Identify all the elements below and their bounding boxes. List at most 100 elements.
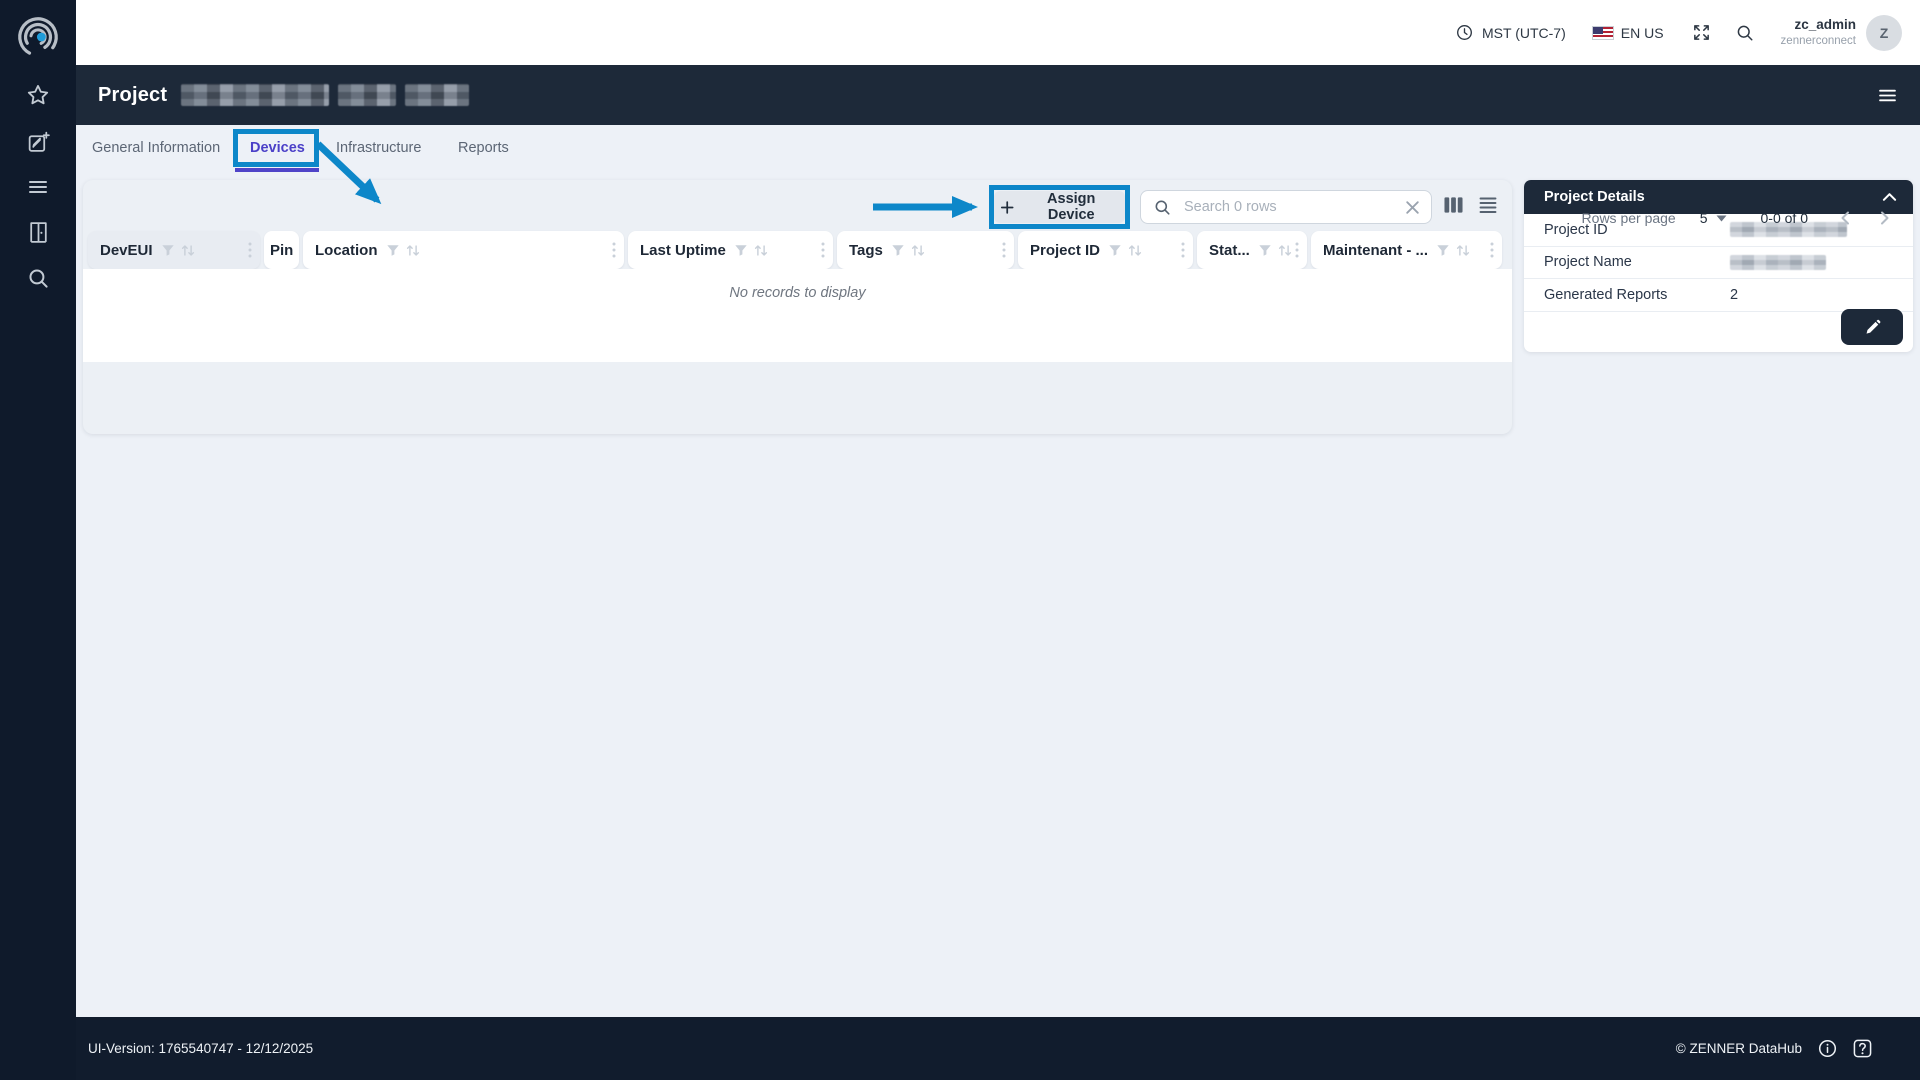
user-info[interactable]: zc_admin zennerconnect [1781, 17, 1856, 48]
help-button[interactable] [1853, 1039, 1872, 1058]
columns-icon [1444, 197, 1463, 213]
detail-row-generated-reports: Generated Reports 2 [1524, 279, 1913, 312]
filter-icon[interactable] [1258, 244, 1272, 257]
previous-page-button[interactable] [1838, 210, 1854, 226]
column-label: Location [315, 241, 378, 259]
caret-down-icon [1716, 215, 1727, 221]
door-exit-icon[interactable] [24, 218, 52, 246]
app-root: MST (UTC-7) EN US zc_admin zennerconnect [0, 0, 1920, 1080]
row-lines-icon [1479, 197, 1497, 213]
table-body [83, 269, 1512, 362]
column-header-deveui[interactable]: DevEUI [88, 231, 260, 269]
hamburger-icon [1879, 89, 1896, 101]
filter-icon[interactable] [1108, 244, 1122, 257]
timezone-selector[interactable]: MST (UTC-7) [1455, 23, 1566, 42]
redacted-project-name [405, 84, 470, 106]
redacted-project-name [181, 84, 330, 106]
project-title-bar: Project [76, 65, 1920, 125]
column-header-last-uptime[interactable]: Last Uptime [628, 231, 833, 269]
row-density-button[interactable] [1478, 195, 1498, 215]
sort-icon[interactable] [1277, 243, 1293, 258]
sort-icon[interactable] [753, 243, 769, 258]
zenner-logo-icon[interactable] [15, 14, 61, 60]
user-org: zennerconnect [1780, 34, 1856, 47]
filter-icon[interactable] [386, 244, 400, 257]
tab-infrastructure[interactable]: Infrastructure [336, 140, 421, 156]
column-chooser-button[interactable] [1444, 196, 1463, 214]
column-label: Pin [270, 241, 294, 259]
fullscreen-button[interactable] [1692, 23, 1711, 42]
header-search-icon [1737, 25, 1753, 40]
column-menu-icon[interactable] [1295, 242, 1299, 258]
locale-label: EN US [1620, 24, 1664, 41]
column-label: Project ID [1030, 241, 1101, 259]
header-search-button[interactable] [1735, 23, 1755, 43]
column-menu-icon[interactable] [612, 242, 616, 258]
next-page-button[interactable] [1876, 210, 1892, 226]
top-header: MST (UTC-7) EN US zc_admin zennerconnect [76, 0, 1920, 65]
filter-icon[interactable] [1436, 244, 1450, 257]
filter-icon[interactable] [891, 244, 905, 257]
tab-reports[interactable]: Reports [458, 140, 509, 156]
filter-icon[interactable] [161, 244, 175, 257]
sort-icon[interactable] [1127, 243, 1143, 258]
devices-table-card: Assign Device Search 0 rows DevEUI Pin L… [83, 180, 1512, 434]
sort-icon[interactable] [1455, 243, 1471, 258]
sort-icon[interactable] [180, 243, 196, 258]
plus-icon [1000, 200, 1014, 214]
rows-per-page-label: Rows per page [1581, 210, 1676, 226]
footer: UI-Version: 1765540747 - 12/12/2025 © ZE… [76, 1017, 1920, 1080]
pencil-icon [1866, 319, 1880, 334]
edit-project-button[interactable] [1841, 309, 1903, 345]
sidebar-search-icon[interactable] [24, 264, 52, 292]
sort-icon[interactable] [910, 243, 926, 258]
menu-icon[interactable] [24, 173, 52, 201]
table-header-row: DevEUI Pin Location Last Uptime Tags Pro… [88, 231, 1502, 269]
filter-icon[interactable] [734, 244, 748, 257]
help-square-icon [1853, 1039, 1872, 1058]
sort-icon[interactable] [405, 243, 421, 258]
table-search-input[interactable] [1182, 198, 1404, 216]
column-header-pin[interactable]: Pin [264, 231, 299, 269]
column-label: Tags [849, 241, 883, 259]
search-icon [1155, 200, 1170, 215]
chevron-left-icon [1841, 211, 1849, 225]
column-menu-icon[interactable] [821, 242, 825, 258]
detail-label: Generated Reports [1544, 286, 1668, 303]
tab-general-information[interactable]: General Information [92, 140, 220, 156]
rows-per-page-select[interactable]: 5 [1700, 210, 1727, 226]
column-header-stat[interactable]: Stat... [1197, 231, 1307, 269]
table-search [1140, 190, 1432, 224]
column-header-maintenant[interactable]: Maintenant - ... [1311, 231, 1502, 269]
language-selector[interactable]: EN US [1566, 25, 1664, 41]
column-menu-icon[interactable] [1181, 242, 1185, 258]
favorites-star-icon[interactable] [24, 81, 52, 109]
detail-value: 2 [1730, 286, 1739, 303]
column-header-project-id[interactable]: Project ID [1018, 231, 1193, 269]
project-menu-button[interactable] [1877, 85, 1898, 106]
column-menu-icon[interactable] [1490, 242, 1494, 258]
column-label: Maintenant - ... [1323, 241, 1428, 259]
column-header-tags[interactable]: Tags [837, 231, 1014, 269]
redacted-value [1730, 254, 1826, 270]
column-label: Stat... [1209, 241, 1250, 259]
clock-icon [1455, 23, 1474, 42]
chevron-right-icon [1881, 211, 1889, 225]
column-menu-icon[interactable] [1002, 242, 1006, 258]
assign-device-label: Assign Device [1047, 191, 1096, 223]
info-button[interactable] [1818, 1039, 1837, 1058]
us-flag-icon [1591, 25, 1614, 40]
pagination-range: 0-0 of 0 [1760, 210, 1808, 226]
rows-per-page-value: 5 [1699, 210, 1708, 226]
note-add-icon[interactable] [24, 128, 52, 156]
avatar[interactable]: Z [1866, 14, 1902, 51]
clear-search-icon[interactable] [1404, 199, 1421, 216]
tab-devices[interactable]: Devices [250, 140, 305, 156]
assign-device-button[interactable]: Assign Device [994, 191, 1125, 223]
redacted-project-name [338, 84, 397, 106]
avatar-initial: Z [1879, 24, 1889, 41]
column-label: DevEUI [100, 241, 153, 259]
fullscreen-icon [1693, 25, 1709, 40]
column-header-location[interactable]: Location [303, 231, 624, 269]
column-menu-icon[interactable] [248, 242, 252, 258]
